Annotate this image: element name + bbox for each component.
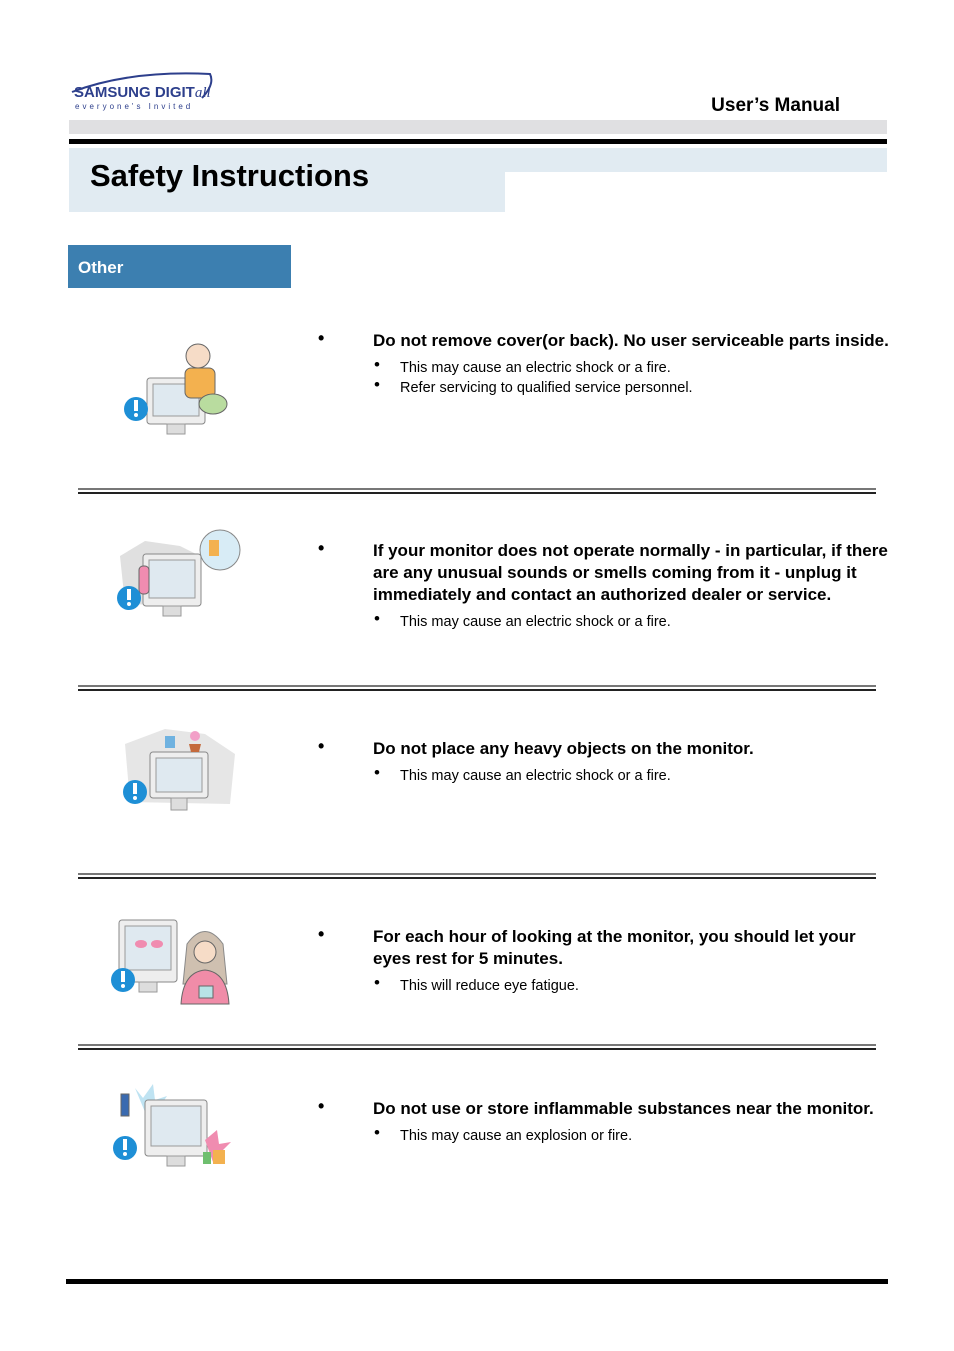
bullet: •	[318, 736, 325, 756]
sub-list: • This will reduce eye fatigue.	[373, 973, 893, 996]
sub-item: • This will reduce eye fatigue.	[374, 973, 579, 994]
logo-tagline: everyone's Invited	[75, 102, 194, 111]
sub-item: • Refer servicing to qualified service pe…	[374, 375, 693, 396]
divider	[78, 1044, 876, 1050]
bullet: •	[318, 924, 325, 944]
sub-list: • This may cause an electric shock or a f…	[373, 355, 893, 398]
bullet: •	[318, 328, 325, 348]
page-title: Safety Instructions	[90, 158, 370, 193]
sub-item: • This may cause an electric shock or a f…	[374, 763, 671, 784]
instruction-text: If your monitor does not operate normall…	[373, 540, 893, 632]
instruction-text: Do not place any heavy objects on the mo…	[373, 738, 893, 786]
monitor-unplug-illustration	[105, 526, 245, 636]
instruction-heading: Do not place any heavy objects on the mo…	[373, 739, 754, 758]
instruction-heading: Do not use or store inflammable substanc…	[373, 1099, 874, 1118]
divider	[78, 685, 876, 691]
bullet: •	[318, 1096, 325, 1116]
flammable-substances-illustration	[105, 1070, 245, 1180]
title-notch	[505, 172, 525, 212]
sub-item: • This may cause an electric shock or a f…	[374, 609, 671, 630]
bullet: •	[318, 538, 325, 558]
instruction-text: Do not use or store inflammable substanc…	[373, 1098, 893, 1146]
instruction-heading: Do not remove cover(or back). No user se…	[373, 331, 889, 350]
heavy-objects-on-monitor-illustration	[105, 714, 245, 824]
instruction-heading: If your monitor does not operate normall…	[373, 541, 888, 604]
instruction-heading: For each hour of looking at the monitor,…	[373, 927, 856, 968]
instruction-text: For each hour of looking at the monitor,…	[373, 926, 893, 996]
logo-brand: SAMSUNG DIGITall	[74, 84, 211, 101]
header-rule	[69, 139, 887, 144]
section-label: Other	[78, 258, 124, 277]
sub-list: • This may cause an explosion or fire.	[373, 1123, 893, 1146]
sub-item: • This may cause an electric shock or a f…	[374, 355, 671, 376]
technician-opening-monitor-illustration	[105, 334, 245, 444]
warning-icon	[124, 397, 148, 421]
divider	[78, 873, 876, 879]
samsung-logo: SAMSUNG DIGITall everyone's Invited	[70, 70, 215, 115]
header-band	[69, 120, 887, 134]
instruction-text: Do not remove cover(or back). No user se…	[373, 330, 893, 398]
divider	[78, 488, 876, 494]
section-tab-other: Other	[68, 245, 291, 288]
sub-list: • This may cause an electric shock or a f…	[373, 763, 893, 786]
footer-rule	[66, 1279, 888, 1284]
sub-item: • This may cause an explosion or fire.	[374, 1123, 633, 1144]
manual-title: User’s Manual	[711, 95, 840, 116]
eye-rest-illustration	[105, 914, 245, 1024]
sub-list: • This may cause an electric shock or a f…	[373, 609, 893, 632]
